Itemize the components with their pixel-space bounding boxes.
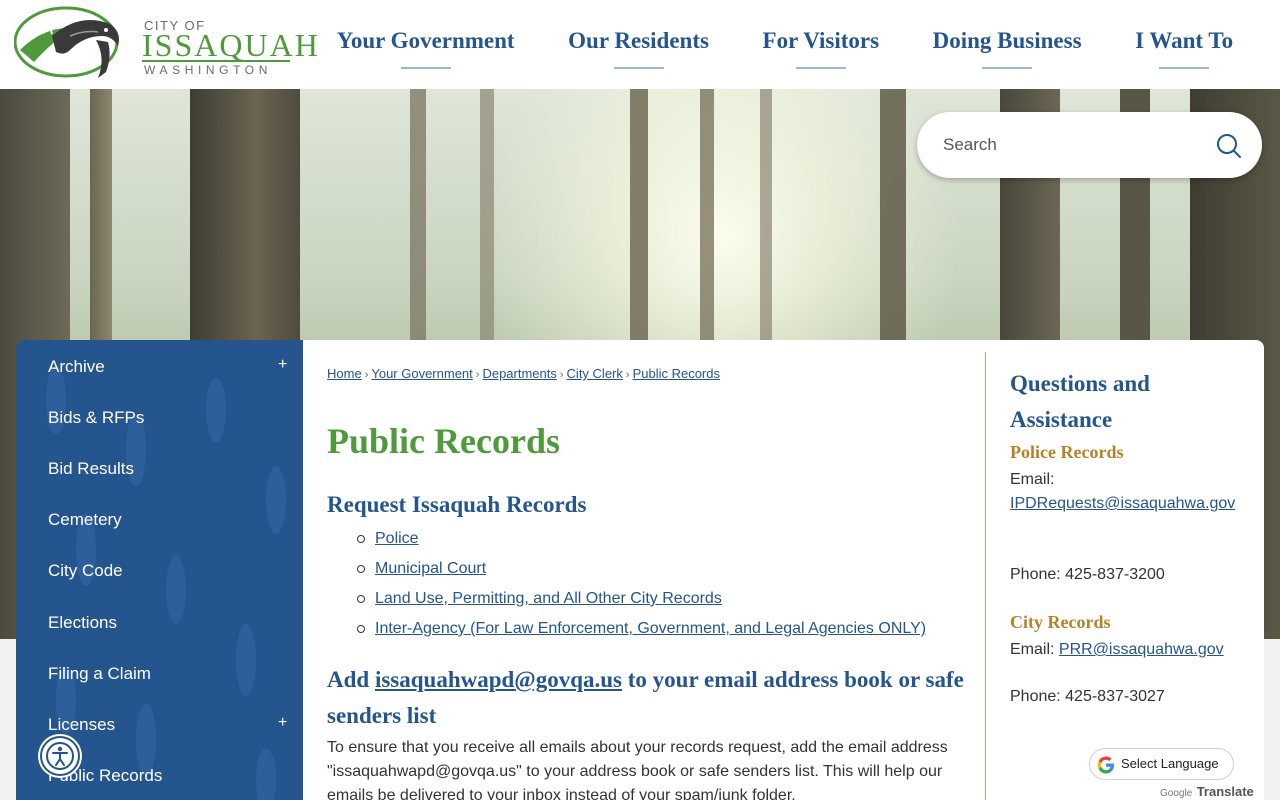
- link-municipal-court[interactable]: Municipal Court: [375, 560, 486, 577]
- accessibility-icon: [46, 742, 74, 770]
- breadcrumb-separator: ›: [559, 369, 564, 381]
- breadcrumb-separator: ›: [364, 369, 369, 381]
- sidebar-item-bid-results[interactable]: Bid Results: [48, 459, 134, 479]
- search-input[interactable]: [943, 130, 1203, 160]
- search-box: [917, 112, 1262, 178]
- sidebar-expand-archive-icon[interactable]: +: [278, 356, 287, 374]
- safe-senders-paragraph: To ensure that you receive all emails ab…: [327, 739, 948, 800]
- sidebar-item-filing-a-claim[interactable]: Filing a Claim: [48, 664, 151, 684]
- link-police[interactable]: Police: [375, 530, 419, 547]
- city-email-label: Email:: [1010, 641, 1055, 658]
- govqa-email-link[interactable]: issaquahwapd@govqa.us: [375, 667, 622, 692]
- sidebar-nav: Archive + Bids & RFPs Bid Results Cemete…: [16, 340, 303, 800]
- logo-city-name: ISSAQUAH: [142, 27, 320, 63]
- list-item: Inter-Agency (For Law Enforcement, Gover…: [353, 616, 926, 646]
- police-email-link[interactable]: IPDRequests@issaquahwa.gov: [1010, 495, 1235, 512]
- breadcrumb-departments[interactable]: Departments: [482, 366, 556, 381]
- nav-for-visitors[interactable]: For Visitors: [763, 0, 879, 69]
- accessibility-button[interactable]: [40, 736, 80, 776]
- sidebar-item-archive[interactable]: Archive: [48, 357, 105, 377]
- google-g-icon: [1097, 756, 1114, 774]
- breadcrumb-separator: ›: [475, 369, 480, 381]
- select-language-label: Select Language: [1121, 756, 1219, 771]
- city-records-title: City Records: [1010, 612, 1111, 632]
- police-email-block: Email: IPDRequests@issaquahwa.gov: [1010, 468, 1240, 516]
- sidebar-item-elections[interactable]: Elections: [48, 613, 117, 633]
- add-heading-prefix: Add: [327, 667, 375, 692]
- request-records-list: Police Municipal Court Land Use, Permitt…: [353, 526, 926, 646]
- nav-your-government[interactable]: Your Government: [337, 0, 515, 69]
- police-email-label: Email:: [1010, 471, 1055, 488]
- logo-state: WASHINGTON: [144, 63, 273, 77]
- link-land-use-permitting[interactable]: Land Use, Permitting, and All Other City…: [375, 590, 722, 607]
- list-item: Police: [353, 526, 926, 556]
- police-phone: Phone: 425-837-3200: [1010, 566, 1165, 583]
- sidebar-item-licenses[interactable]: Licenses: [48, 715, 115, 735]
- main-nav: Your Government Our Residents For Visito…: [310, 0, 1260, 89]
- select-language-button[interactable]: Select Language: [1089, 748, 1234, 780]
- add-email-heading: Add issaquahwapd@govqa.us to your email …: [327, 662, 967, 734]
- breadcrumb-home[interactable]: Home: [327, 366, 362, 381]
- sidebar-item-city-code[interactable]: City Code: [48, 561, 123, 581]
- city-phone: Phone: 425-837-3027: [1010, 688, 1165, 705]
- list-item: Municipal Court: [353, 556, 926, 586]
- sidebar-item-bids-rfps[interactable]: Bids & RFPs: [48, 408, 144, 428]
- city-logo[interactable]: CITY OF ISSAQUAH WASHINGTON: [14, 6, 318, 82]
- breadcrumb-your-government[interactable]: Your Government: [371, 366, 472, 381]
- list-item: Land Use, Permitting, and All Other City…: [353, 586, 926, 616]
- nav-i-want-to[interactable]: I Want To: [1135, 0, 1233, 69]
- powered-by-google-translate: Google Translate: [1160, 783, 1254, 800]
- salmon-logo-icon: [14, 6, 119, 78]
- search-icon[interactable]: [1215, 132, 1243, 160]
- sidebar-expand-licenses-icon[interactable]: +: [278, 714, 287, 732]
- breadcrumb-city-clerk[interactable]: City Clerk: [567, 366, 623, 381]
- sidebar-item-cemetery[interactable]: Cemetery: [48, 510, 122, 530]
- city-email-link[interactable]: PRR@issaquahwa.gov: [1059, 641, 1224, 658]
- link-inter-agency[interactable]: Inter-Agency (For Law Enforcement, Gover…: [375, 620, 926, 637]
- page-title: Public Records: [327, 421, 560, 461]
- request-records-heading: Request Issaquah Records: [327, 492, 587, 517]
- site-header: CITY OF ISSAQUAH WASHINGTON Your Governm…: [0, 0, 1280, 89]
- nav-doing-business[interactable]: Doing Business: [933, 0, 1082, 69]
- questions-assistance-panel: Questions and Assistance Police Records …: [1010, 366, 1250, 705]
- police-records-title: Police Records: [1010, 442, 1124, 462]
- questions-heading: Questions and Assistance: [1010, 371, 1150, 432]
- breadcrumb: Home › Your Government › Departments › City Cl…: [327, 366, 720, 381]
- powered-translate: Translate: [1196, 784, 1254, 799]
- breadcrumb-public-records[interactable]: Public Records: [633, 366, 720, 381]
- breadcrumb-separator: ›: [625, 369, 630, 381]
- city-email-block: Email: PRR@issaquahwa.gov: [1010, 638, 1224, 662]
- logo-rule: [142, 60, 290, 62]
- powered-google: Google: [1160, 788, 1193, 799]
- nav-our-residents[interactable]: Our Residents: [568, 0, 709, 69]
- right-column-divider: [985, 352, 986, 800]
